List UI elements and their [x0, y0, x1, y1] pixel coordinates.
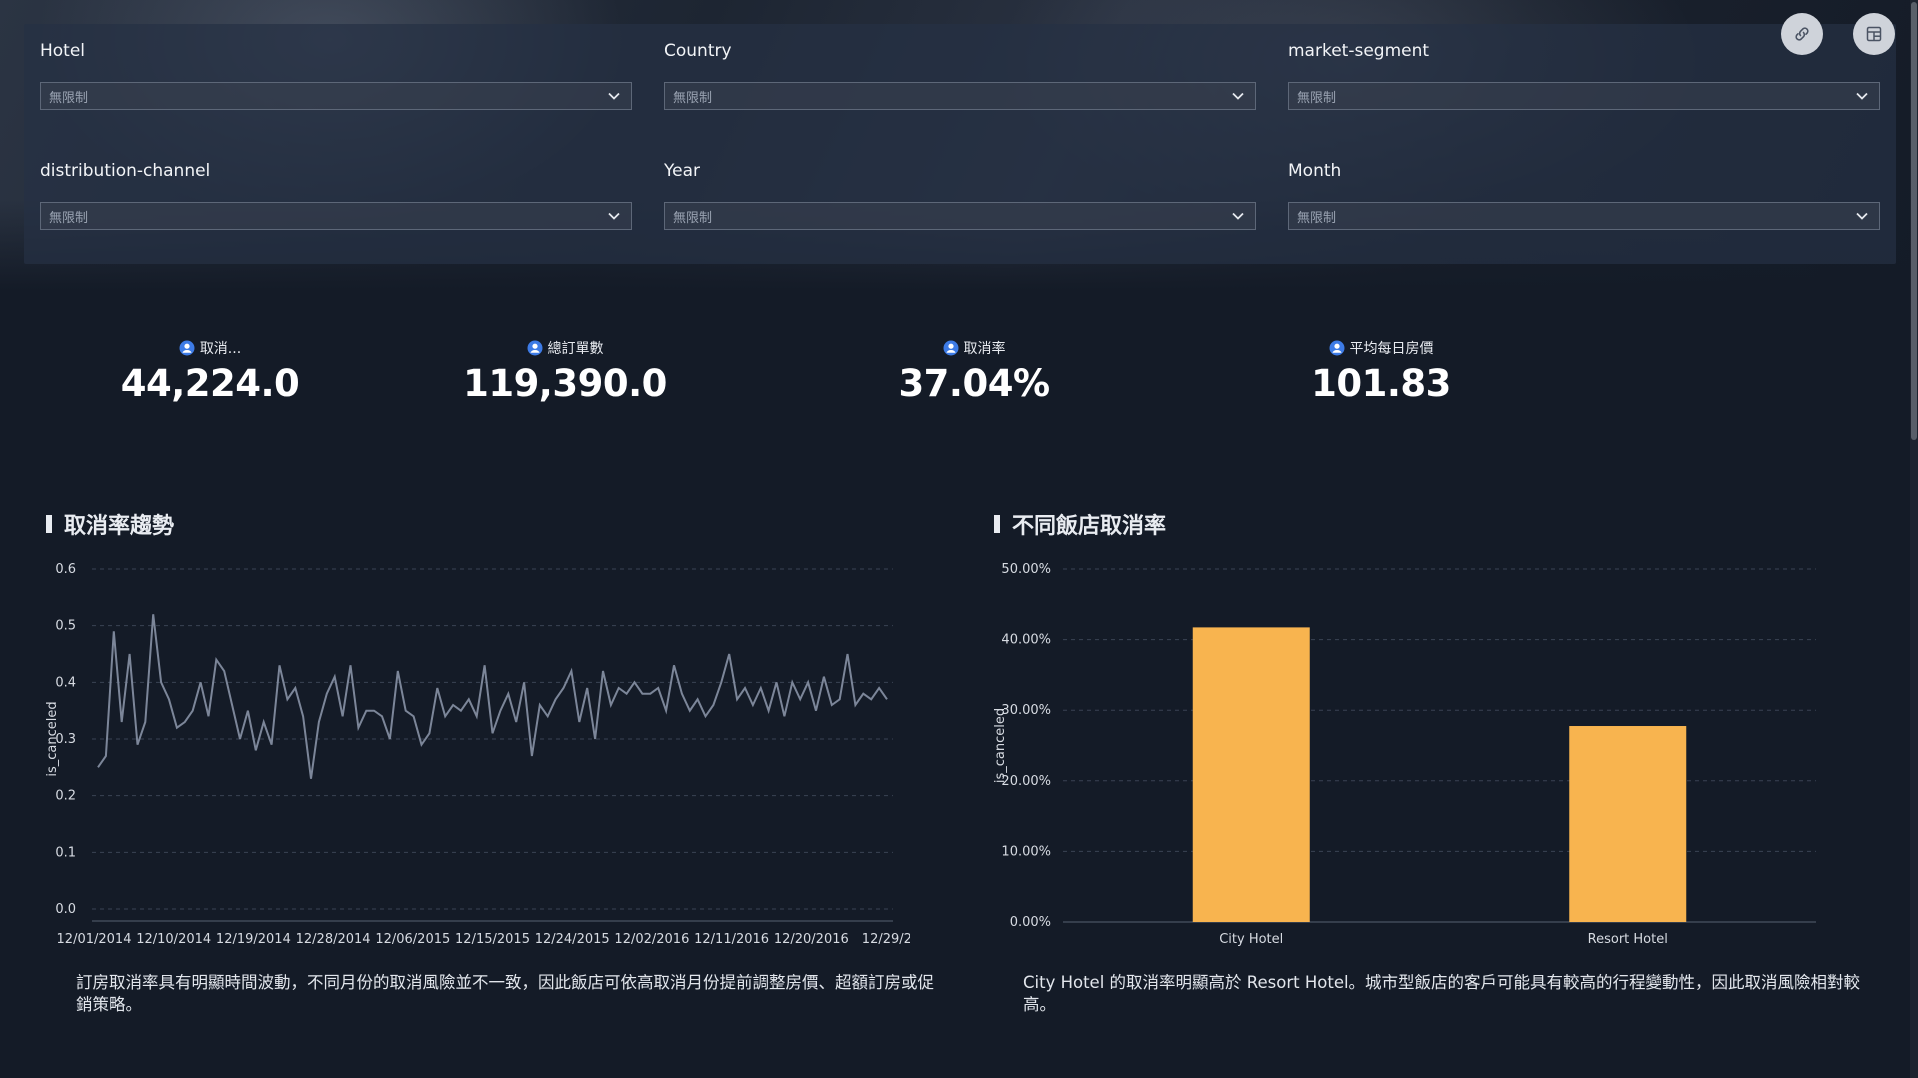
filter-month: Month 無限制: [1288, 160, 1880, 230]
kpi-label-row: 總訂單數: [455, 338, 675, 358]
kpi-label: 取消率: [963, 341, 1006, 357]
market-segment-select[interactable]: 無限制: [1288, 82, 1880, 110]
x-tick-label: 12/28/2014: [296, 932, 371, 947]
filter-distribution-channel: distribution-channel 無限制: [40, 160, 632, 230]
y-axis-label: is_canceled: [993, 708, 1008, 783]
kpi-total-orders: 總訂單數 119,390.0: [455, 338, 675, 405]
x-tick-label: 12/06/2015: [375, 932, 450, 947]
x-tick-label: 12/20/2016: [774, 932, 849, 947]
filter-year: Year 無限制: [664, 160, 1256, 230]
chevron-down-icon: [1232, 92, 1244, 100]
y-tick-label: 0.5: [55, 619, 76, 634]
x-tick-label: 12/02/2016: [614, 932, 689, 947]
x-tick-label: 12/29/20: [862, 932, 910, 947]
select-value: 無限制: [673, 210, 713, 226]
line-chart: 0.00.10.20.30.40.50.6is_canceled12/01/20…: [45, 562, 910, 947]
line-chart-note: 訂房取消率具有明顯時間波動，不同月份的取消風險並不一致，因此飯店可依高取消月份提…: [76, 973, 934, 1014]
layout-button[interactable]: [1853, 13, 1895, 55]
kpi-value: 101.83: [1311, 362, 1451, 405]
year-select[interactable]: 無限制: [664, 202, 1256, 230]
chevron-down-icon: [1856, 92, 1868, 100]
x-tick-label: 12/15/2015: [455, 932, 530, 947]
month-select[interactable]: 無限制: [1288, 202, 1880, 230]
link-icon: [1795, 27, 1809, 41]
y-tick-label: 0.1: [55, 845, 76, 860]
chevron-down-icon: [608, 92, 620, 100]
y-tick-label: 0.6: [55, 562, 76, 577]
x-tick-label: 12/11/2016: [694, 932, 769, 947]
y-axis-label: is_canceled: [45, 701, 60, 776]
distribution-channel-select[interactable]: 無限制: [40, 202, 632, 230]
chevron-down-icon: [1856, 212, 1868, 220]
user-icon: [527, 340, 542, 356]
kpi-canceled: 取消... 44,224.0: [100, 338, 320, 405]
x-tick-label: 12/24/2015: [535, 932, 610, 947]
page-scrollbar[interactable]: [1910, 0, 1918, 1078]
select-value: 無限制: [1297, 90, 1337, 106]
bar-chart-title: 不同飯店取消率: [994, 508, 1166, 540]
filter-panel: Hotel 無限制 Country 無限制 market-segment 無限制…: [24, 24, 1896, 264]
kpi-label-row: 取消...: [100, 338, 320, 358]
y-tick-label: 0.00%: [1010, 915, 1051, 930]
x-tick-label: Resort Hotel: [1588, 932, 1668, 947]
link-button[interactable]: [1781, 13, 1823, 55]
title-marker: [994, 515, 1000, 533]
kpi-label-row: 取消率: [864, 338, 1084, 358]
section-title-text: 不同飯店取消率: [1012, 514, 1167, 539]
y-tick-label: 30.00%: [1001, 703, 1051, 718]
filter-label: Hotel: [40, 41, 86, 61]
bar-chart: 0.00% 10.00% 20.00% 30.00% 40.00% 50.00% is_ca…: [993, 562, 1816, 947]
kpi-value: 44,224.0: [120, 362, 300, 405]
filter-label: Month: [1288, 161, 1342, 181]
chevron-down-icon: [1232, 212, 1244, 220]
kpi-value: 119,390.0: [463, 362, 667, 405]
y-tick-label: 50.00%: [1001, 562, 1051, 577]
line-chart-title: 取消率趨勢: [46, 508, 174, 540]
select-value: 無限制: [1297, 210, 1337, 226]
filter-label: Year: [664, 161, 700, 181]
kpi-label: 取消...: [199, 341, 242, 357]
x-tick-label: 12/10/2014: [136, 932, 211, 947]
select-value: 無限制: [49, 210, 89, 226]
filter-label: Country: [664, 41, 732, 61]
layout-icon: [1866, 26, 1882, 42]
user-icon: [179, 340, 195, 356]
kpi-label: 平均每日房價: [1349, 341, 1434, 357]
bar-chart-note: City Hotel 的取消率明顯高於 Resort Hotel。城市型飯店的客…: [1023, 973, 1861, 1014]
title-marker: [46, 515, 52, 533]
section-title-text: 取消率趨勢: [64, 514, 175, 539]
select-value: 無限制: [49, 90, 89, 106]
x-tick-label: 12/01/2014: [57, 932, 132, 947]
y-tick-label: 10.00%: [1001, 844, 1051, 859]
bar: [1569, 726, 1687, 922]
y-tick-label: 0.2: [55, 789, 76, 804]
scroll-thumb[interactable]: [1911, 2, 1917, 440]
x-tick-label: 12/19/2014: [216, 932, 291, 947]
kpi-value: 37.04%: [898, 362, 1050, 405]
chevron-down-icon: [608, 212, 620, 220]
kpi-cancel-rate: 取消率 37.04%: [864, 338, 1084, 405]
user-icon: [943, 340, 958, 356]
kpi-avg-daily-rate: 平均每日房價 101.83: [1271, 338, 1491, 405]
filter-label: distribution-channel: [40, 161, 211, 181]
user-icon: [1329, 340, 1344, 356]
y-tick-label: 0.0: [55, 902, 76, 917]
filter-hotel: Hotel 無限制: [40, 40, 632, 110]
y-tick-label: 0.4: [55, 675, 76, 690]
y-tick-label: 20.00%: [1001, 774, 1051, 789]
bar: [1192, 627, 1310, 922]
line-series: [97, 614, 888, 779]
y-tick-label: 40.00%: [1001, 633, 1051, 648]
filter-country: Country 無限制: [664, 40, 1256, 110]
kpi-label: 總訂單數: [547, 341, 604, 357]
kpi-label-row: 平均每日房價: [1271, 338, 1491, 358]
country-select[interactable]: 無限制: [664, 82, 1256, 110]
select-value: 無限制: [673, 90, 713, 106]
hotel-select[interactable]: 無限制: [40, 82, 632, 110]
x-tick-label: City Hotel: [1219, 932, 1283, 947]
